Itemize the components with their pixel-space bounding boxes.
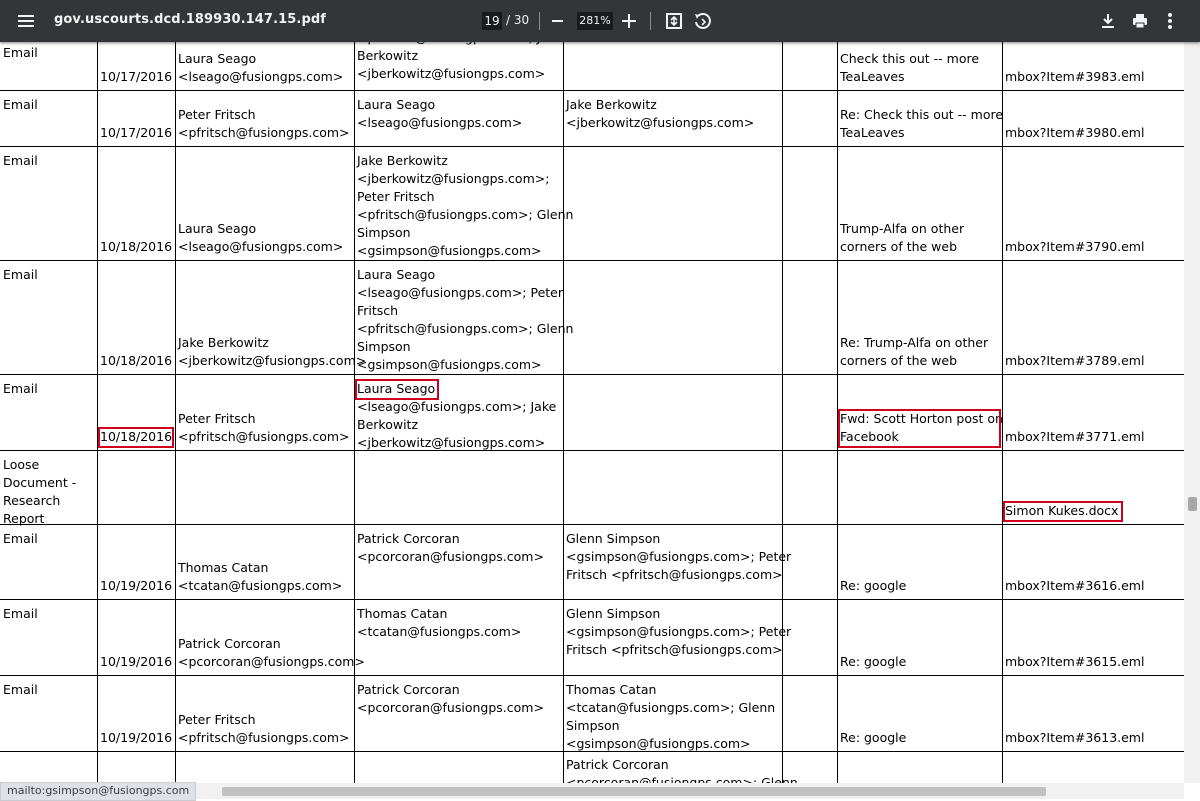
- table-cell-cc: Glenn Simpson <gsimpson@fusiongps.com>; …: [566, 606, 792, 657]
- highlight-box: [355, 379, 440, 400]
- table-cell-cc: Jake Berkowitz <jberkowitz@fusiongps.com…: [566, 97, 755, 130]
- table-cell-type: Email: [3, 45, 38, 60]
- table-row-border: [0, 675, 1184, 676]
- document-title: gov.uscourts.dcd.189930.147.15.pdf: [54, 12, 327, 27]
- table-cell-cc: Glenn Simpson <gsimpson@fusiongps.com>; …: [566, 531, 792, 582]
- print-icon[interactable]: [1130, 11, 1150, 31]
- table-cell-file: mbox?Item#3615.eml: [1005, 654, 1145, 669]
- table-column-border: [782, 42, 783, 783]
- table-cell-cc: Thomas Catan <tcatan@fusiongps.com>; Gle…: [566, 682, 776, 751]
- download-icon[interactable]: [1098, 11, 1118, 31]
- table-cell-from: Peter Fritsch <pfritsch@fusiongps.com>: [178, 411, 350, 444]
- table-cell-type: Email: [3, 606, 38, 621]
- table-cell-subject: Re: google: [840, 654, 907, 669]
- vertical-scrollbar[interactable]: [1184, 42, 1200, 783]
- table-cell-to: Laura Seago <lseago@fusiongps.com>; Pete…: [357, 267, 574, 372]
- table-row-border: [0, 90, 1184, 91]
- table-cell-to: Thomas Catan <tcatan@fusiongps.com>: [357, 606, 522, 639]
- table-cell-from: Patrick Corcoran <pcorcoran@fusiongps.co…: [178, 636, 365, 669]
- horizontal-scroll-thumb[interactable]: [222, 787, 1046, 796]
- table-cell-date: 10/17/2016: [100, 69, 173, 84]
- table-cell-subject: Trump-Alfa on other corners of the web: [840, 221, 965, 254]
- link-status-bar: mailto:gsimpson@fusiongps.com: [0, 782, 197, 801]
- table-cell-type: Email: [3, 267, 38, 282]
- table-cell-to: Patrick Corcoran <pcorcoran@fusiongps.co…: [357, 531, 544, 564]
- page-number-input[interactable]: 19: [482, 12, 502, 30]
- zoom-out-icon[interactable]: [552, 20, 563, 22]
- table-cell-type: Email: [3, 531, 38, 546]
- table-cell-from: Peter Fritsch <pfritsch@fusiongps.com>: [178, 107, 350, 140]
- toolbar-divider: [650, 12, 651, 30]
- table-cell-subject: Re: Trump-Alfa on other corners of the w…: [840, 335, 989, 368]
- table-cell-from: Laura Seago <lseago@fusiongps.com>: [178, 221, 344, 254]
- table-cell-subject: Check this out -- more TeaLeaves: [840, 51, 980, 84]
- pdf-page: Email 10/17/2016 Laura Seago <lseago@fusio…: [0, 42, 1184, 783]
- table-row-border: [0, 260, 1184, 261]
- table-cell-file: mbox?Item#3789.eml: [1005, 353, 1145, 368]
- table-cell-to: Patrick Corcoran <pcorcoran@fusiongps.co…: [357, 682, 544, 715]
- fit-page-icon[interactable]: [664, 11, 684, 31]
- more-vert-icon[interactable]: [1160, 11, 1180, 31]
- table-cell-file: mbox?Item#3771.eml: [1005, 429, 1145, 444]
- table-cell-subject: Re: google: [840, 578, 907, 593]
- table-cell-date: 10/18/2016: [100, 353, 173, 368]
- table-cell-from: Thomas Catan <tcatan@fusiongps.com>: [178, 560, 343, 593]
- table-cell-subject: Re: Check this out -- more TeaLeaves: [840, 107, 1004, 140]
- toolbar-divider: [539, 12, 540, 30]
- table-cell-file: mbox?Item#3613.eml: [1005, 730, 1145, 745]
- table-cell-type: Email: [3, 153, 38, 168]
- table-cell-date: 10/19/2016: [100, 730, 173, 745]
- vertical-scroll-thumb[interactable]: [1188, 497, 1197, 511]
- rotate-icon[interactable]: [692, 11, 712, 31]
- table-row-border: [0, 524, 1184, 525]
- table-cell-to: <pfritsch@fusiongps.com>; Jake Berkowitz…: [357, 42, 563, 81]
- table-row-border: [0, 450, 1184, 451]
- table-cell-type: Email: [3, 97, 38, 112]
- table-cell-file: mbox?Item#3983.eml: [1005, 69, 1145, 84]
- table-cell-type: Email: [3, 381, 38, 396]
- table-column-border: [175, 42, 176, 783]
- highlight-box: [1003, 501, 1123, 522]
- table-column-border: [97, 42, 98, 783]
- highlight-box: [838, 409, 1001, 448]
- table-cell-type: Loose Document - Research Report: [3, 457, 77, 526]
- zoom-in-icon[interactable]: [622, 14, 636, 28]
- table-cell-date: 10/18/2016: [100, 239, 173, 254]
- table-row-border: [0, 146, 1184, 147]
- pdf-toolbar: gov.uscourts.dcd.189930.147.15.pdf 19 / …: [0, 0, 1200, 42]
- table-cell-file: mbox?Item#3790.eml: [1005, 239, 1145, 254]
- table-cell-from: Peter Fritsch <pfritsch@fusiongps.com>: [178, 712, 350, 745]
- table-cell-type: Email: [3, 682, 38, 697]
- table-cell-file: mbox?Item#3616.eml: [1005, 578, 1145, 593]
- table-cell-date: 10/19/2016: [100, 578, 173, 593]
- table-cell-from: Laura Seago <lseago@fusiongps.com>: [178, 51, 344, 84]
- table-column-border: [354, 42, 355, 783]
- table-cell-from: Jake Berkowitz <jberkowitz@fusiongps.com…: [178, 335, 367, 368]
- table-cell-date: 10/17/2016: [100, 125, 173, 140]
- page-count: / 30: [506, 13, 530, 27]
- table-row-border: [0, 374, 1184, 375]
- table-cell-to: Laura Seago <lseago@fusiongps.com>: [357, 97, 523, 130]
- zoom-level-input[interactable]: 281%: [577, 12, 613, 30]
- table-cell-date: 10/19/2016: [100, 654, 173, 669]
- table-row-border: [0, 599, 1184, 600]
- highlight-box: [98, 427, 174, 448]
- table-cell-cc: Patrick Corcoran <pcorcoran@fusiongps.co…: [566, 757, 798, 783]
- table-cell-to: Jake Berkowitz <jberkowitz@fusiongps.com…: [357, 153, 574, 258]
- table-cell-file: mbox?Item#3980.eml: [1005, 125, 1145, 140]
- menu-icon[interactable]: [16, 11, 36, 31]
- table-cell-subject: Re: google: [840, 730, 907, 745]
